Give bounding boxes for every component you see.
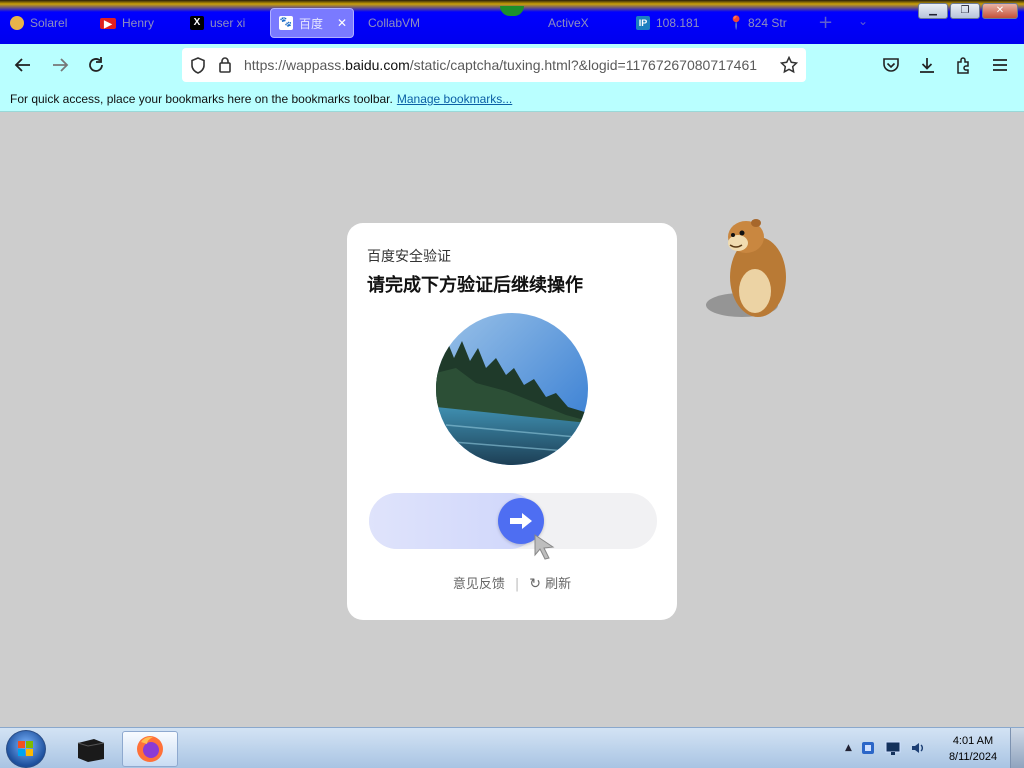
decoration bbox=[500, 6, 524, 16]
network-tray-icon[interactable] bbox=[884, 740, 902, 756]
baidu-icon: 🐾 bbox=[279, 16, 293, 30]
captcha-footer: 意见反馈 | ↻ 刷新 bbox=[347, 573, 677, 592]
close-window-button[interactable]: ✕ bbox=[982, 3, 1018, 19]
security-tray-icon[interactable] bbox=[860, 740, 876, 756]
tab-collabvm[interactable]: CollabVM bbox=[360, 8, 428, 38]
pocket-icon bbox=[883, 58, 899, 72]
downloads-button[interactable] bbox=[916, 54, 938, 76]
back-arrow-icon bbox=[14, 58, 30, 72]
menu-button[interactable] bbox=[989, 54, 1011, 76]
youtube-icon: ▶ bbox=[100, 17, 116, 30]
list-tabs-button[interactable]: ⌄ bbox=[858, 14, 868, 28]
lake-forest-image bbox=[436, 313, 588, 465]
back-button[interactable] bbox=[12, 54, 34, 76]
reload-button[interactable] bbox=[85, 54, 107, 76]
clock-time: 4:01 AM bbox=[952, 735, 994, 747]
shield-icon bbox=[10, 16, 24, 30]
captcha-rotate-image bbox=[436, 313, 588, 465]
map-pin-icon: 📍 bbox=[728, 15, 745, 30]
address-bar[interactable]: https://wappass.baidu.com/static/captcha… bbox=[182, 48, 806, 82]
page-content: 百度安全验证 请完成下方验证后继续操作 意见反馈 | ↻ 刷新 bbox=[0, 113, 1024, 727]
tab-activex[interactable]: ActiveX bbox=[540, 8, 597, 38]
hamburger-menu-icon bbox=[993, 59, 1007, 71]
windows-logo-icon bbox=[18, 741, 33, 756]
minimize-button[interactable]: ▁ bbox=[918, 3, 948, 19]
new-tab-button[interactable]: + bbox=[818, 12, 833, 33]
shield-icon[interactable] bbox=[190, 57, 206, 74]
lock-icon[interactable] bbox=[218, 56, 232, 73]
manage-bookmarks-link[interactable]: Manage bookmarks... bbox=[397, 92, 512, 106]
bookmark-star-icon[interactable] bbox=[780, 56, 798, 74]
taskbar-app-terminal[interactable] bbox=[62, 731, 118, 767]
puzzle-icon bbox=[957, 57, 969, 74]
forward-button[interactable] bbox=[49, 54, 71, 76]
url-text[interactable]: https://wappass.baidu.com/static/captcha… bbox=[244, 57, 772, 73]
show-desktop-button[interactable] bbox=[1010, 728, 1024, 768]
show-hidden-icons-arrow[interactable]: ▲ bbox=[845, 743, 852, 753]
navigation-toolbar: https://wappass.baidu.com/static/captcha… bbox=[0, 44, 1024, 86]
reload-icon bbox=[89, 57, 103, 72]
feedback-link[interactable]: 意见反馈 bbox=[453, 577, 505, 592]
system-tray: ▲ bbox=[845, 740, 926, 756]
refresh-link[interactable]: ↻ 刷新 bbox=[529, 576, 571, 592]
start-button[interactable] bbox=[6, 730, 46, 768]
tab-strip: Solarel ▶ Henry X user xi 🐾 百度 ✕ CollabV… bbox=[0, 0, 1024, 44]
firefox-icon bbox=[137, 736, 163, 762]
arrow-right-icon bbox=[510, 513, 533, 529]
windows-taskbar: ▲ 4:01 AM 8/11/2024 bbox=[0, 727, 1024, 768]
captcha-slider-track[interactable] bbox=[369, 493, 657, 560]
captcha-card: 百度安全验证 请完成下方验证后继续操作 意见反馈 | ↻ 刷新 bbox=[347, 223, 677, 620]
tab-ip[interactable]: IP 108.181 bbox=[628, 8, 707, 38]
taskbar-app-firefox[interactable] bbox=[122, 731, 178, 767]
maximize-button[interactable]: ❐ bbox=[950, 3, 980, 19]
ip-icon: IP bbox=[636, 16, 650, 30]
mouse-cursor-icon bbox=[534, 534, 555, 560]
bookmarks-toolbar: For quick access, place your bookmarks h… bbox=[0, 86, 1024, 112]
tab-user-xi[interactable]: X user xi bbox=[182, 8, 253, 38]
captcha-subtitle: 百度安全验证 bbox=[367, 249, 451, 265]
captcha-title: 请完成下方验证后继续操作 bbox=[367, 275, 583, 296]
x-icon: X bbox=[190, 16, 204, 30]
hamster-mascot-image bbox=[706, 219, 786, 317]
separator: | bbox=[514, 577, 520, 592]
window-controls: ▁ ❐ ✕ bbox=[918, 3, 1018, 19]
black-box-icon bbox=[77, 739, 105, 762]
tab-baidu[interactable]: 🐾 百度 ✕ bbox=[270, 8, 354, 38]
forward-arrow-icon bbox=[53, 58, 69, 72]
refresh-icon: ↻ bbox=[529, 576, 541, 592]
close-tab-icon[interactable]: ✕ bbox=[337, 16, 347, 30]
tab-solarel[interactable]: Solarel bbox=[2, 8, 75, 38]
tab-824-str[interactable]: 📍 824 Str bbox=[720, 8, 795, 38]
tab-henry[interactable]: ▶ Henry bbox=[92, 8, 162, 38]
clock-date: 8/11/2024 bbox=[948, 751, 998, 763]
taskbar-clock[interactable]: 4:01 AM 8/11/2024 bbox=[938, 733, 1008, 765]
download-icon bbox=[920, 58, 934, 73]
volume-tray-icon[interactable] bbox=[910, 740, 926, 756]
pocket-button[interactable] bbox=[880, 54, 902, 76]
extensions-button[interactable] bbox=[953, 54, 975, 76]
